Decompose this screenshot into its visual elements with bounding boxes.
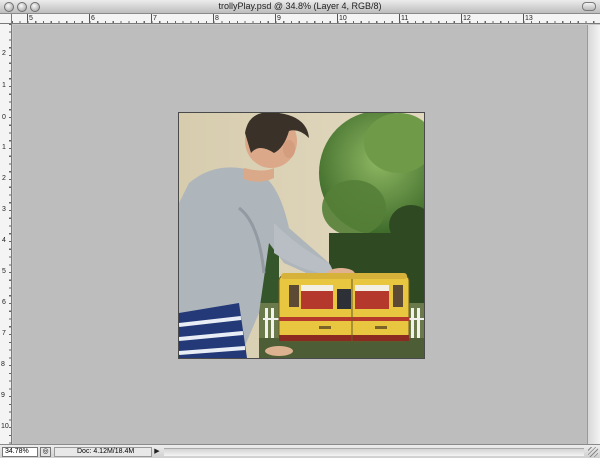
- ruler-minor-ticks: [12, 21, 600, 23]
- window-title: trollyPlay.psd @ 34.8% (Layer 4, RGB/8): [218, 1, 382, 11]
- ruler-label: 2: [2, 50, 6, 57]
- status-bar: 34.78% ◎ Doc: 4.12M/18.4M ▶: [0, 444, 600, 458]
- document-size-info: Doc: 4.12M/18.4M: [54, 447, 152, 457]
- ruler-label: 5: [2, 268, 6, 275]
- document-canvas[interactable]: [178, 112, 425, 359]
- title-bar[interactable]: trollyPlay.psd @ 34.8% (Layer 4, RGB/8): [0, 0, 600, 14]
- ruler-label: 1: [2, 144, 6, 151]
- window-resize-handle[interactable]: [588, 447, 598, 457]
- vertical-ruler[interactable]: 2 1 0 1 2 3 4 5 6 7 8 9 10: [0, 24, 12, 444]
- ruler-label: 1: [2, 82, 6, 89]
- ruler-label: 4: [2, 237, 6, 244]
- ruler-label: 3: [2, 206, 6, 213]
- ruler-label: 0: [2, 114, 6, 121]
- horizontal-ruler[interactable]: 5 6 7 8 9 10 11 12 13: [12, 14, 600, 24]
- ruler-label: 9: [1, 392, 5, 399]
- status-menu-arrow-icon[interactable]: ▶: [152, 447, 162, 457]
- vertical-scrollbar[interactable]: [587, 25, 600, 444]
- trolley-toy: [278, 273, 410, 342]
- horizontal-scrollbar[interactable]: [164, 448, 584, 456]
- ruler-label: 2: [2, 175, 6, 182]
- zoom-level-field[interactable]: 34.78%: [2, 447, 38, 457]
- ruler-label: 10: [1, 423, 9, 430]
- ruler-label: 7: [2, 330, 6, 337]
- ruler-label: 8: [1, 361, 5, 368]
- ruler-minor-ticks: [9, 24, 11, 444]
- photo-boy-with-trolley: [179, 113, 424, 358]
- ruler-label: 6: [2, 299, 6, 306]
- status-options-button[interactable]: ◎: [40, 447, 51, 457]
- toolbar-toggle-button[interactable]: [582, 2, 596, 11]
- ruler-origin[interactable]: [0, 14, 12, 24]
